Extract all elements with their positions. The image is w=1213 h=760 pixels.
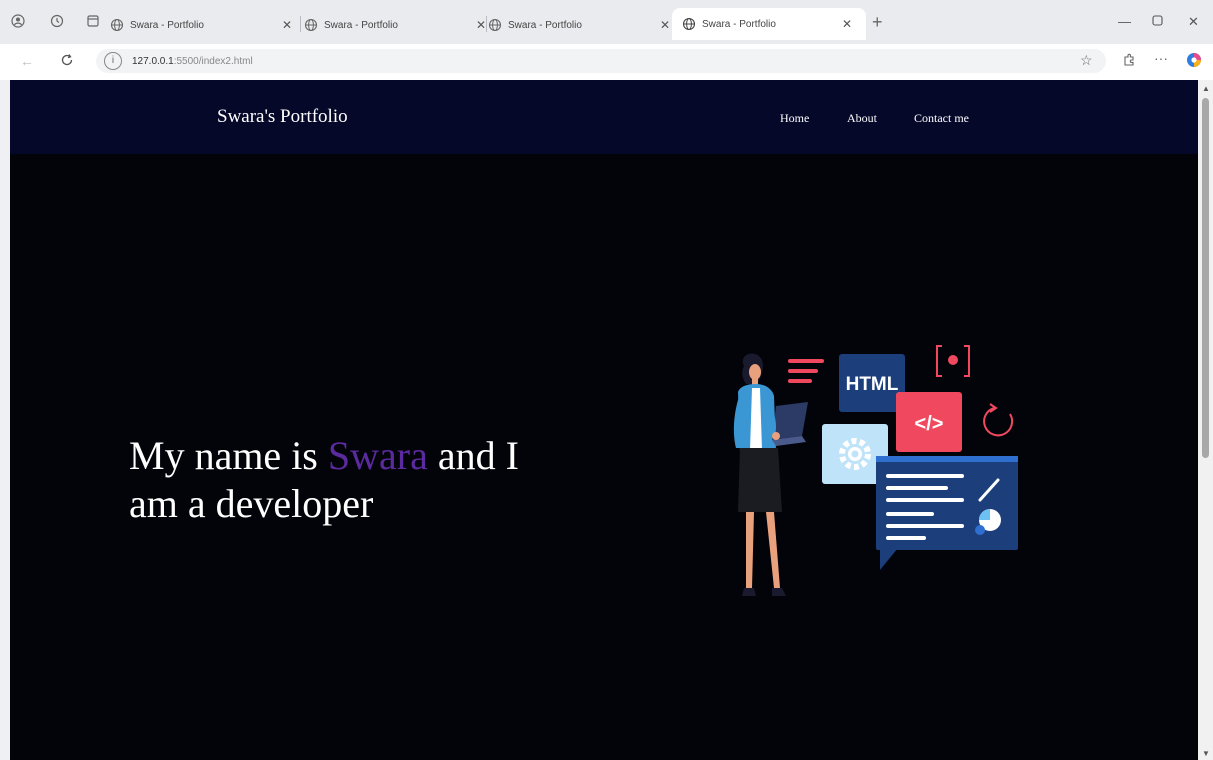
url-text[interactable]: 127.0.0.1:5500/index2.html [132, 56, 253, 67]
globe-icon [682, 17, 696, 31]
nav-link-about[interactable]: About [847, 111, 877, 126]
text-lines-icon [788, 359, 824, 383]
scroll-down-icon[interactable]: ▼ [1202, 749, 1210, 758]
address-bar-row: ← i 127.0.0.1:5500/index2.html ☆ ··· [0, 44, 1213, 80]
site-navbar: Swara's Portfolio Home About Contact me [10, 80, 1198, 154]
tab-title: Swara - Portfolio [130, 19, 204, 31]
info-icon[interactable]: i [104, 52, 122, 70]
globe-icon [110, 18, 124, 32]
tab-actions-icon[interactable] [84, 12, 102, 30]
star-icon[interactable]: ☆ [1080, 52, 1093, 69]
globe-icon [304, 18, 318, 32]
close-tab-icon[interactable]: ✕ [476, 18, 486, 32]
address-bar[interactable]: i 127.0.0.1:5500/index2.html [96, 49, 1106, 73]
hero-prefix: My name is [129, 433, 328, 478]
code-badge: </> [896, 392, 962, 452]
globe-icon [488, 18, 502, 32]
tab-title: Swara - Portfolio [324, 19, 398, 31]
browser-tab-active[interactable]: Swara - Portfolio ✕ [672, 8, 866, 40]
html-badge-label: HTML [846, 374, 899, 395]
site-brand[interactable]: Swara's Portfolio [217, 106, 348, 128]
refresh-icon [983, 403, 1014, 437]
close-tab-icon[interactable]: ✕ [660, 18, 670, 32]
woman-developer-figure [733, 353, 808, 596]
more-icon[interactable]: ··· [1154, 50, 1168, 66]
page-viewport: Swara's Portfolio Home About Contact me … [10, 80, 1198, 760]
reload-icon[interactable] [60, 53, 74, 70]
nav-link-contact[interactable]: Contact me [914, 111, 969, 126]
tab-divider [300, 16, 301, 32]
tab-divider [486, 16, 487, 32]
minimize-icon[interactable]: — [1118, 14, 1131, 29]
history-icon[interactable] [48, 12, 66, 30]
url-host: 127.0.0.1 [132, 55, 174, 67]
html-badge: HTML [839, 354, 905, 412]
code-badge-label: </> [915, 413, 944, 435]
browser-tab[interactable]: Swara - Portfolio ✕ [304, 10, 494, 40]
hero-name-highlight: Swara [327, 433, 428, 478]
close-tab-icon[interactable]: ✕ [282, 18, 292, 32]
scroll-up-icon[interactable]: ▲ [1202, 84, 1210, 93]
close-tab-icon[interactable]: ✕ [842, 17, 852, 31]
record-icon [936, 345, 970, 377]
extensions-icon[interactable] [1122, 53, 1136, 70]
copilot-icon[interactable] [1186, 52, 1202, 71]
developer-illustration: HTML </> [733, 345, 1018, 596]
browser-tab[interactable]: Swara - Portfolio ✕ [110, 10, 300, 40]
close-window-icon[interactable]: ✕ [1188, 14, 1199, 30]
new-tab-button[interactable]: + [872, 12, 883, 33]
browser-tab[interactable]: Swara - Portfolio ✕ [488, 10, 678, 40]
profile-icon[interactable] [9, 12, 27, 30]
maximize-icon[interactable] [1152, 14, 1163, 29]
tab-title: Swara - Portfolio [508, 19, 582, 31]
scrollbar-thumb[interactable] [1202, 98, 1209, 458]
page-scrollbar[interactable]: ▲ ▼ [1198, 80, 1213, 760]
url-path: :5500/index2.html [173, 55, 253, 67]
chat-window-icon [876, 456, 1018, 570]
nav-link-home[interactable]: Home [780, 111, 809, 126]
tab-strip: Swara - Portfolio ✕ Swara - Portfolio ✕ … [0, 0, 1213, 44]
back-arrow-icon[interactable]: ← [20, 53, 34, 69]
hero-heading: My name is Swara and I am a developer [129, 432, 549, 528]
tab-title: Swara - Portfolio [702, 18, 776, 30]
